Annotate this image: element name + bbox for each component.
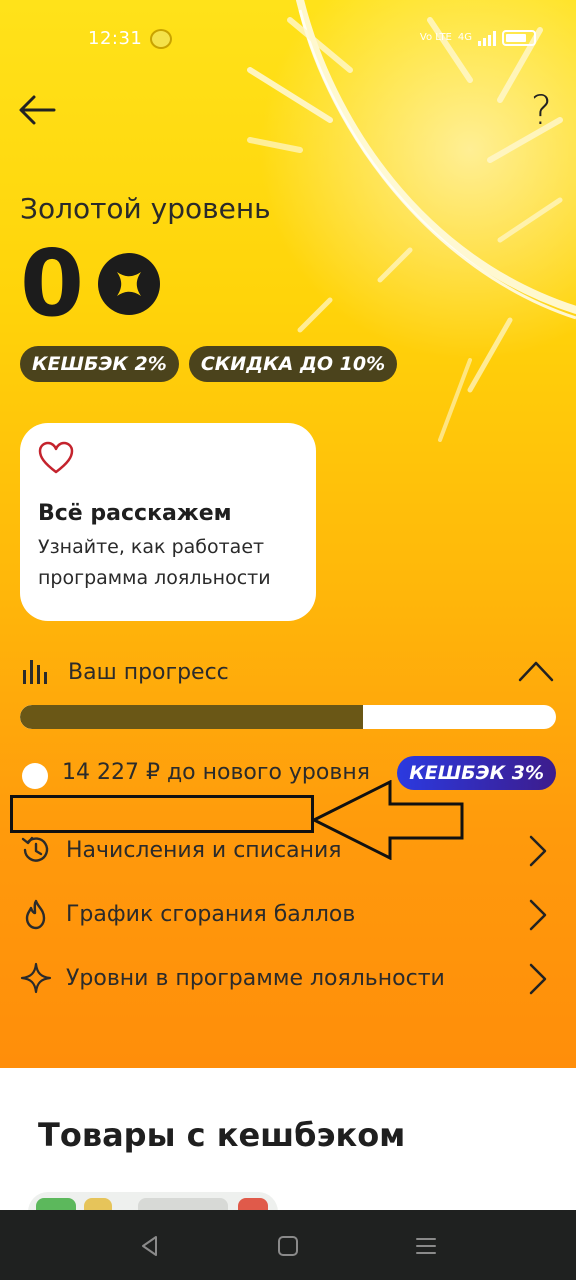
back-arrow-icon[interactable]	[18, 92, 58, 128]
info-card-text: Узнайте, как работает программа лояльнос…	[38, 536, 271, 589]
history-icon	[21, 836, 49, 862]
progress-bars-icon	[23, 660, 47, 684]
menu-item-expiration-schedule[interactable]: График сгорания баллов	[20, 884, 556, 948]
section-title: Товары с кешбэком	[38, 1116, 406, 1154]
system-navigation-bar	[0, 1210, 576, 1280]
chevron-right-icon	[529, 899, 547, 931]
chevron-up-icon	[518, 661, 554, 682]
annotation-highlight-box	[10, 795, 314, 833]
nav-menu-icon[interactable]	[412, 1232, 440, 1260]
progress-label: Ваш прогресс	[68, 660, 229, 685]
status-indicators: Vo LTE 4G	[420, 30, 536, 46]
flame-icon	[25, 899, 46, 930]
menu-item-label: Начисления и списания	[66, 838, 342, 863]
discount-chip: СКИДКА ДО 10%	[188, 346, 398, 382]
nav-back-icon[interactable]	[136, 1232, 164, 1260]
level-title: Золотой уровень	[20, 192, 271, 225]
points-value: 0	[20, 230, 85, 337]
volte-indicator: Vo LTE	[419, 32, 452, 43]
points-coin-icon	[98, 253, 161, 315]
cashback-chip: КЕШБЭК 2%	[20, 346, 179, 382]
help-button[interactable]: ?	[531, 88, 552, 134]
nav-home-icon[interactable]	[274, 1232, 302, 1260]
cashback-products-section: Товары с кешбэком	[0, 1068, 576, 1232]
progress-bar-fill	[20, 705, 364, 729]
menu-item-label: Уровни в программе лояльности	[66, 966, 445, 991]
network-gen-indicator: 4G	[457, 32, 472, 43]
sparkle-icon	[20, 962, 52, 994]
points-balance: 0	[20, 230, 161, 337]
menu-item-loyalty-levels[interactable]: Уровни в программе лояльности	[20, 948, 556, 1012]
menu-item-label: График сгорания баллов	[66, 902, 356, 927]
notification-app-icon	[150, 29, 172, 49]
chevron-right-icon	[529, 963, 547, 995]
info-card-title: Всё расскажем	[38, 501, 232, 526]
progress-section-toggle[interactable]: Ваш прогресс	[20, 654, 556, 694]
heart-icon	[38, 441, 74, 474]
annotation-arrow	[312, 780, 464, 860]
next-level-row: 14 227 ₽ до нового уровня КЕШБЭК 3%	[20, 756, 556, 794]
battery-icon	[502, 30, 536, 46]
loyalty-menu: Начисления и списания График сгорания ба…	[20, 820, 556, 1012]
progress-dot-icon	[22, 763, 48, 789]
status-time: 12:31	[88, 28, 143, 49]
level-benefits: КЕШБЭК 2% СКИДКА ДО 10%	[20, 346, 398, 382]
status-bar: 12:31 Vo LTE 4G	[0, 24, 576, 56]
signal-icon	[478, 30, 496, 46]
loyalty-info-card[interactable]: Всё расскажем Узнайте, как работает прог…	[20, 423, 316, 621]
progress-bar	[20, 705, 556, 729]
chevron-right-icon	[529, 835, 547, 867]
loyalty-hero: 12:31 Vo LTE 4G ? Золотой уровень 0 КЕШБ…	[0, 0, 576, 1068]
